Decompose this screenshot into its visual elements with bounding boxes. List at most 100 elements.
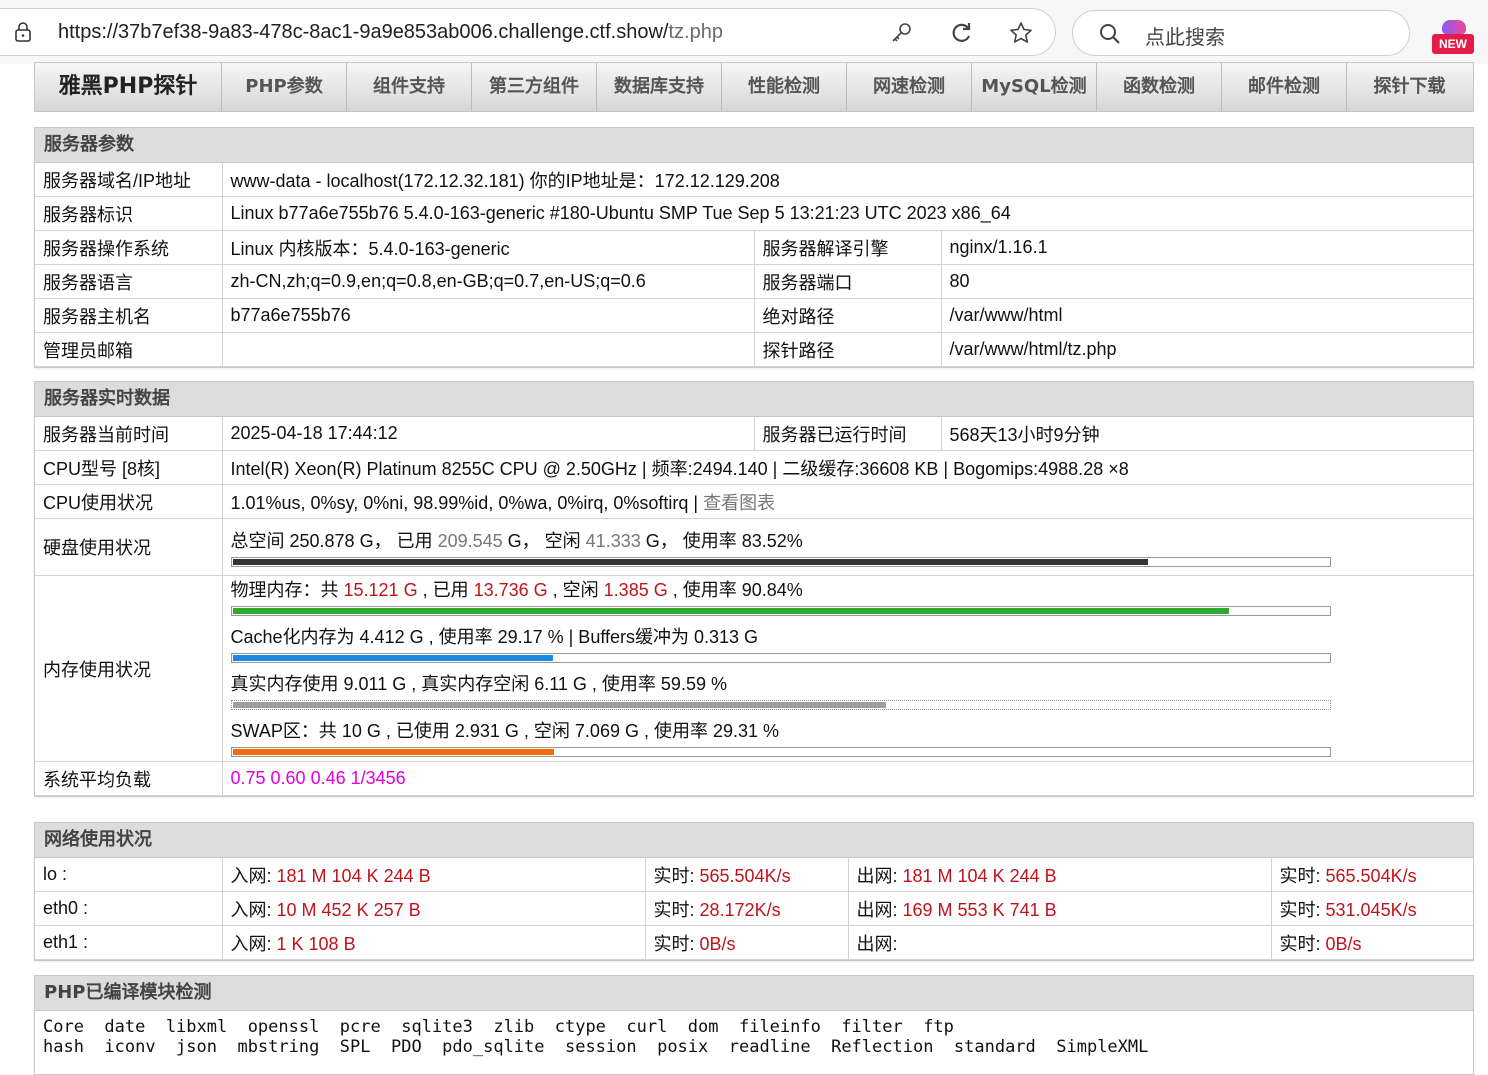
- nav-download[interactable]: 探针下载: [1347, 63, 1472, 111]
- table-row: 管理员邮箱 探针路径 /var/www/html/tz.php: [35, 332, 1473, 367]
- iface-out-rt: 实时: 531.045K/s: [1270, 891, 1473, 926]
- nav-third-party[interactable]: 第三方组件: [472, 63, 597, 111]
- table-row: CPU型号 [8核] Intel(R) Xeon(R) Platinum 825…: [35, 450, 1473, 485]
- in-label: 入网:: [230, 899, 277, 920]
- mem-real-fill: [232, 702, 886, 708]
- mem-physical-text: 物理内存：共 15.121 G , 已用 13.736 G , 空闲 1.385…: [231, 577, 1466, 603]
- probe-path-value: /var/www/html/tz.php: [940, 332, 1473, 367]
- uptime-label: 服务器已运行时间: [753, 417, 942, 451]
- mem-physical-fill: [232, 608, 1229, 614]
- iface-out: 出网:: [847, 925, 1272, 960]
- mem-real-bar: [230, 700, 1331, 710]
- mem-real-text: 真实内存使用 9.011 G , 真实内存空闲 6.11 G , 使用率 59.…: [230, 674, 727, 694]
- admin-value: [221, 332, 755, 367]
- mem-swap-bar: [230, 747, 1331, 757]
- in-value: 1 K 108 B: [276, 933, 356, 954]
- abspath-label: 绝对路径: [753, 298, 942, 333]
- nav-php-params[interactable]: PHP参数: [222, 63, 347, 111]
- table-row: lo : 入网: 181 M 104 K 244 B 实时: 565.504K/…: [35, 858, 1473, 892]
- mem-swap-fill: [232, 749, 554, 755]
- host-value: b77a6e755b76: [221, 298, 755, 333]
- mem-cell: 物理内存：共 15.121 G , 已用 13.736 G , 空闲 1.385…: [221, 575, 1473, 762]
- rt-label: 实时:: [1279, 865, 1326, 886]
- modules-line: hash iconv json mbstring SPL PDO pdo_sql…: [43, 1037, 1149, 1057]
- mem-text-part: , 已用: [417, 580, 474, 600]
- modules-panel: PHP已编译模块检测 Core date libxml openssl pcre…: [34, 975, 1474, 1075]
- os-label: 服务器操作系统: [35, 230, 223, 265]
- nav-performance[interactable]: 性能检测: [722, 63, 847, 111]
- mem-swap-text: SWAP区：共 10 G , 已使用 2.931 G , 空闲 7.069 G …: [230, 721, 780, 741]
- mem-cache-bar: [230, 653, 1331, 663]
- disk-used: 209.545: [437, 531, 503, 551]
- load-label: 系统平均负载: [35, 761, 223, 796]
- mem-cache-text: Cache化内存为 4.412 G , 使用率 29.17 % | Buffer…: [230, 627, 759, 647]
- refresh-icon[interactable]: [948, 20, 974, 46]
- address-bar[interactable]: https://37b7ef38-9a83-478c-8ac1-9a9e853a…: [0, 8, 1056, 56]
- network-title: 网络使用状况: [35, 823, 1473, 858]
- mem-text-part: , 使用率 90.84%: [667, 580, 803, 600]
- nav-mysql[interactable]: MySQL检测: [972, 63, 1097, 111]
- admin-label: 管理员邮箱: [35, 332, 223, 367]
- iface-out: 出网: 169 M 553 K 741 B: [847, 891, 1272, 926]
- search-icon: [1100, 24, 1120, 44]
- mem-total: 15.121 G: [343, 580, 418, 600]
- table-row: 服务器主机名 b77a6e755b76 绝对路径 /var/www/html: [35, 298, 1473, 333]
- table-row: 服务器语言 zh-CN,zh;q=0.9,en;q=0.8,en-GB;q=0.…: [35, 264, 1473, 299]
- probe-path-label: 探针路径: [753, 332, 942, 367]
- engine-value: nginx/1.16.1: [940, 230, 1473, 265]
- iface-name: eth0 :: [35, 891, 223, 926]
- iface-in: 入网: 1 K 108 B: [221, 925, 646, 960]
- table-row: eth1 : 入网: 1 K 108 B 实时: 0B/s 出网: 实时: 0B…: [35, 925, 1473, 960]
- port-label: 服务器端口: [753, 264, 942, 299]
- in-label: 入网:: [230, 865, 277, 886]
- cpu-usage-value: 1.01%us, 0%sy, 0%ni, 98.99%id, 0%wa, 0%i…: [230, 492, 704, 513]
- brand-title[interactable]: 雅黑PHP探针: [35, 63, 222, 111]
- url-text[interactable]: https://37b7ef38-9a83-478c-8ac1-9a9e853a…: [58, 21, 723, 44]
- lock-icon[interactable]: [12, 21, 34, 43]
- mem-physical: 物理内存：共 15.121 G , 已用 13.736 G , 空闲 1.385…: [230, 577, 1466, 624]
- view-chart-link[interactable]: 查看图表: [703, 493, 775, 513]
- key-icon[interactable]: [888, 20, 914, 46]
- disk-text-part: 总空间 250.878 G， 已用: [230, 531, 438, 551]
- table-row: 内存使用状况 物理内存：共 15.121 G , 已用 13.736 G , 空…: [35, 575, 1473, 762]
- ident-label: 服务器标识: [35, 196, 223, 231]
- url-path: tz.php: [668, 21, 723, 43]
- out-label: 出网:: [856, 865, 903, 886]
- disk-text-part: G， 空闲: [502, 531, 586, 551]
- favorite-star-icon[interactable]: [1008, 20, 1034, 46]
- out-value: 181 M 104 K 244 B: [902, 865, 1057, 886]
- port-value: 80: [940, 264, 1473, 299]
- iface-name: lo :: [35, 858, 223, 892]
- uptime-value: 568天13小时9分钟: [940, 417, 1473, 451]
- iface-out-rt: 实时: 565.504K/s: [1270, 858, 1473, 892]
- disk-text: 总空间 250.878 G， 已用 209.545 G， 空闲 41.333 G…: [231, 527, 1466, 553]
- realtime-title: 服务器实时数据: [35, 382, 1473, 417]
- rt-label: 实时:: [1279, 933, 1326, 954]
- mem-swap: SWAP区：共 10 G , 已使用 2.931 G , 空闲 7.069 G …: [230, 717, 1466, 761]
- mem-free: 1.385 G: [603, 580, 668, 600]
- modules-title: PHP已编译模块检测: [35, 976, 1473, 1011]
- out-label: 出网:: [856, 933, 898, 954]
- nav-functions[interactable]: 函数检测: [1097, 63, 1222, 111]
- new-badge-icon[interactable]: NEW: [1432, 20, 1476, 56]
- nav-network-speed[interactable]: 网速检测: [847, 63, 972, 111]
- abspath-value: /var/www/html: [940, 298, 1473, 333]
- domain-label: 服务器域名/IP地址: [35, 163, 223, 197]
- search-placeholder: 点此搜索: [1145, 25, 1225, 49]
- search-box[interactable]: 点此搜索: [1072, 10, 1410, 56]
- new-badge-label: NEW: [1432, 34, 1474, 54]
- server-params-title: 服务器参数: [35, 128, 1473, 163]
- nav-components[interactable]: 组件支持: [347, 63, 472, 111]
- server-params-panel: 服务器参数 服务器域名/IP地址 www-data - localhost(17…: [34, 127, 1474, 368]
- in-rt-value: 565.504K/s: [699, 865, 791, 886]
- iface-in-rt: 实时: 0B/s: [644, 925, 849, 960]
- out-rt-value: 0B/s: [1325, 933, 1362, 954]
- host-label: 服务器主机名: [35, 298, 223, 333]
- mem-label: 内存使用状况: [35, 575, 223, 762]
- table-row: 服务器操作系统 Linux 内核版本：5.4.0-163-generic 服务器…: [35, 230, 1473, 265]
- nav-database[interactable]: 数据库支持: [597, 63, 722, 111]
- iface-in-rt: 实时: 28.172K/s: [644, 891, 849, 926]
- table-row: CPU使用状况 1.01%us, 0%sy, 0%ni, 98.99%id, 0…: [35, 484, 1473, 519]
- nav-mail[interactable]: 邮件检测: [1222, 63, 1347, 111]
- probe-nav: 雅黑PHP探针 PHP参数 组件支持 第三方组件 数据库支持 性能检测 网速检测…: [34, 62, 1474, 112]
